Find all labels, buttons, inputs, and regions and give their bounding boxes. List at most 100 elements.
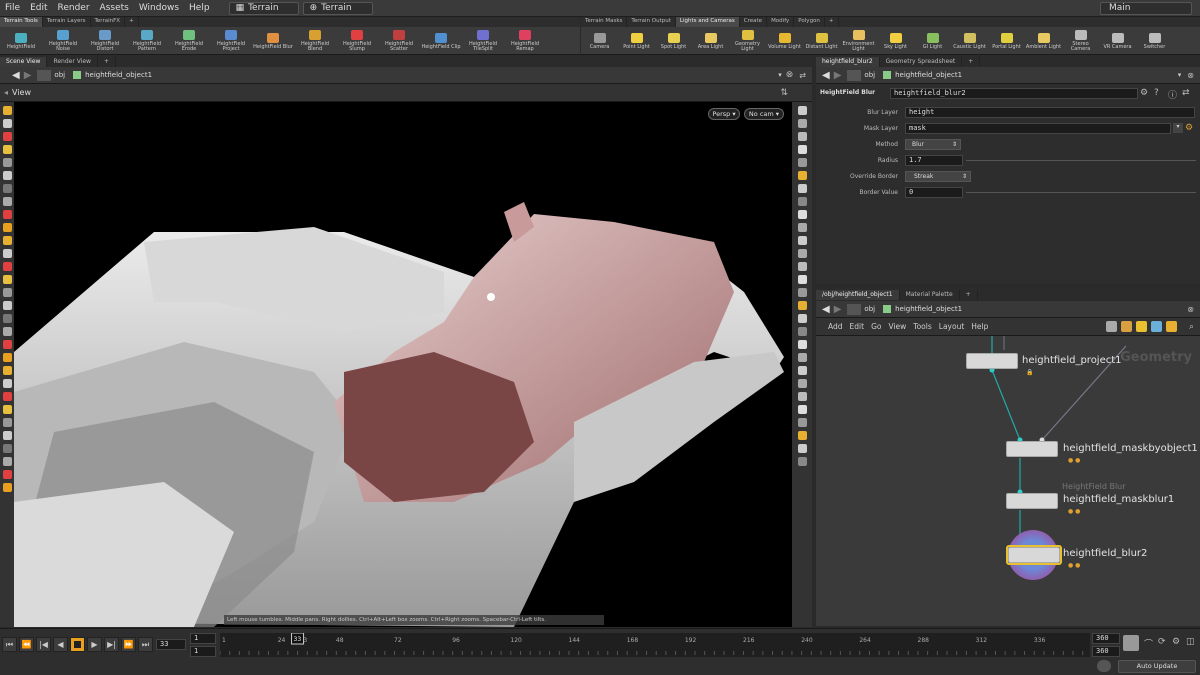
magnet-icon[interactable] xyxy=(2,379,12,388)
camera-icon[interactable] xyxy=(2,392,12,401)
shelf-tool-heightfield-slump[interactable]: HeightField Slump xyxy=(336,30,378,52)
play-icon[interactable]: ▶ xyxy=(87,637,102,652)
current-frame-field[interactable]: 33 xyxy=(156,639,186,650)
shelf-tool-spot-light[interactable]: Spot Light xyxy=(655,32,692,50)
tab-network-path[interactable]: /obj/heightfield_object1 xyxy=(816,290,900,300)
shelf-tool-vr-camera[interactable]: VR Camera xyxy=(1099,32,1136,50)
path-dropdown-icon[interactable]: ▾ xyxy=(1178,71,1182,79)
path-obj[interactable]: obj xyxy=(864,71,875,79)
shelf-tool-sky-light[interactable]: Sky Light xyxy=(877,32,914,50)
shelf-tab-terrainfx[interactable]: TerrainFX xyxy=(91,17,126,27)
shelf-tool-heightfield-remap[interactable]: HeightField Remap xyxy=(504,30,546,52)
display-icon[interactable] xyxy=(797,106,807,115)
display-options-icon[interactable]: ⇅ xyxy=(780,88,788,98)
shelf-tool-heightfield-blur[interactable]: HeightField Blur xyxy=(252,32,294,50)
shelf-tool-heightfield-blend[interactable]: HeightField Blend xyxy=(294,30,336,52)
shelf-add-tab-icon[interactable]: + xyxy=(825,17,839,27)
shelf-tab-create[interactable]: Create xyxy=(740,17,768,27)
network-menu-tools[interactable]: Tools xyxy=(913,322,931,331)
end-frame-field-2[interactable]: 360 xyxy=(1092,646,1120,657)
shelf-tool-area-light[interactable]: Area Light xyxy=(692,32,729,50)
shelf-tool-geometry-light[interactable]: Geometry Light xyxy=(729,30,766,52)
menu-help[interactable]: Help xyxy=(184,3,215,13)
tab-render-view[interactable]: Render View xyxy=(47,57,98,67)
grid-icon[interactable] xyxy=(1120,321,1132,332)
path-node[interactable]: heightfield_object1 xyxy=(895,71,962,79)
shelf-tool-heightfield-tilesplit[interactable]: HeightField TileSplit xyxy=(462,30,504,52)
shading-icon[interactable] xyxy=(797,262,807,271)
step-forward-icon[interactable]: ⏩ xyxy=(121,637,136,652)
node-heightfield-maskblur1[interactable] xyxy=(1006,493,1058,509)
obj-context-icon[interactable] xyxy=(37,69,52,81)
play-reverse-icon[interactable]: ◀ xyxy=(53,637,68,652)
search-icon[interactable]: ⌕ xyxy=(1189,322,1194,332)
shelf-tool-ambient-light[interactable]: Ambient Light xyxy=(1025,32,1062,50)
forward-arrow-icon[interactable]: ▶ xyxy=(24,70,32,81)
desktop-select[interactable]: ▦ Terrain xyxy=(228,1,299,15)
scale-icon[interactable] xyxy=(2,145,12,154)
path-dropdown-icon[interactable]: ▾ xyxy=(778,71,782,79)
view-arrow-icon[interactable]: ◂ xyxy=(4,88,8,97)
go-to-end-icon[interactable]: ⏭ xyxy=(138,637,153,652)
radius-field[interactable]: 1.7 xyxy=(905,155,963,166)
background-icon[interactable] xyxy=(797,171,807,180)
forward-arrow-icon[interactable]: ▶ xyxy=(834,70,842,81)
paint-icon[interactable] xyxy=(2,366,12,375)
obj-context-icon[interactable] xyxy=(847,303,862,315)
snap-view-icon[interactable] xyxy=(797,340,807,349)
shelf-tool-stereo-camera[interactable]: Stereo Camera xyxy=(1062,30,1099,52)
override-border-select[interactable]: Streak ⇕ xyxy=(905,171,971,182)
path-obj[interactable]: obj xyxy=(54,71,65,79)
step-back-icon[interactable]: ⏪ xyxy=(19,637,34,652)
persp-button[interactable]: Persp ▾ xyxy=(708,108,740,120)
tab-geometry-spreadsheet[interactable]: Geometry Spreadsheet xyxy=(880,57,963,67)
wireframe-icon[interactable] xyxy=(797,418,807,427)
paint-icon[interactable] xyxy=(2,210,12,219)
ghost-icon[interactable] xyxy=(797,288,807,297)
path-obj[interactable]: obj xyxy=(864,305,875,313)
network-menu-view[interactable]: View xyxy=(888,322,906,331)
background-icon[interactable] xyxy=(797,314,807,323)
shelf-tool-heightfield-scatter[interactable]: HeightField Scatter xyxy=(378,30,420,52)
tab-heightfield-blur2[interactable]: heightfield_blur2 xyxy=(816,57,880,67)
lighting-icon[interactable] xyxy=(797,158,807,167)
shelf-tool-gi-light[interactable]: GI Light xyxy=(914,32,951,50)
auto-update-select[interactable]: Auto Update xyxy=(1118,660,1196,673)
pose-icon[interactable] xyxy=(2,314,12,323)
select-icon[interactable] xyxy=(2,418,12,427)
scale-icon[interactable] xyxy=(2,457,12,466)
shelf-tool-heightfield-erode[interactable]: HeightField Erode xyxy=(168,30,210,52)
shelf-tool-heightfield[interactable]: HeightField xyxy=(0,32,42,50)
key-icon[interactable] xyxy=(1123,635,1139,651)
shelf-tool-heightfield-noise[interactable]: HeightField Noise xyxy=(42,30,84,52)
shelf-tab-lights-cameras[interactable]: Lights and Cameras xyxy=(675,17,740,27)
update-mode-icon[interactable] xyxy=(1097,660,1111,672)
wireframe-icon[interactable] xyxy=(797,275,807,284)
pin-icon[interactable]: ⊗ xyxy=(786,70,794,80)
handle-icon[interactable] xyxy=(2,483,12,492)
border-value-slider[interactable] xyxy=(966,192,1196,193)
go-to-start-icon[interactable]: ⏮ xyxy=(2,637,17,652)
isolate-icon[interactable] xyxy=(797,353,807,362)
shelf-tool-switcher[interactable]: Switcher xyxy=(1136,32,1173,50)
node-name-field[interactable]: heightfield_blur2 xyxy=(890,88,1138,99)
back-arrow-icon[interactable]: ◀ xyxy=(822,70,830,81)
shelf-tool-heightfield-clip[interactable]: HeightField Clip xyxy=(420,32,462,50)
link-icon[interactable]: ⇄ xyxy=(799,71,806,80)
info-icon[interactable]: ⓘ xyxy=(1168,88,1177,101)
shading-icon[interactable] xyxy=(797,405,807,414)
add-tab-icon[interactable]: + xyxy=(962,57,981,67)
network-menu-go[interactable]: Go xyxy=(871,322,881,331)
brush-icon[interactable] xyxy=(2,353,12,362)
shelf-tool-camera[interactable]: Camera xyxy=(581,32,618,50)
settings-icon[interactable]: ⚙ xyxy=(1172,637,1180,647)
next-key-icon[interactable]: ▶| xyxy=(104,637,119,652)
move-icon[interactable] xyxy=(2,275,12,284)
shelf-tool-volume-light[interactable]: Volume Light xyxy=(766,32,803,50)
network-box-icon[interactable] xyxy=(1150,321,1162,332)
rotate-icon[interactable] xyxy=(2,444,12,453)
shelf-tab-terrain-masks[interactable]: Terrain Masks xyxy=(581,17,628,27)
stop-icon[interactable] xyxy=(70,637,85,652)
shelf-tool-portal-light[interactable]: Portal Light xyxy=(988,32,1025,50)
move-icon[interactable] xyxy=(2,119,12,128)
